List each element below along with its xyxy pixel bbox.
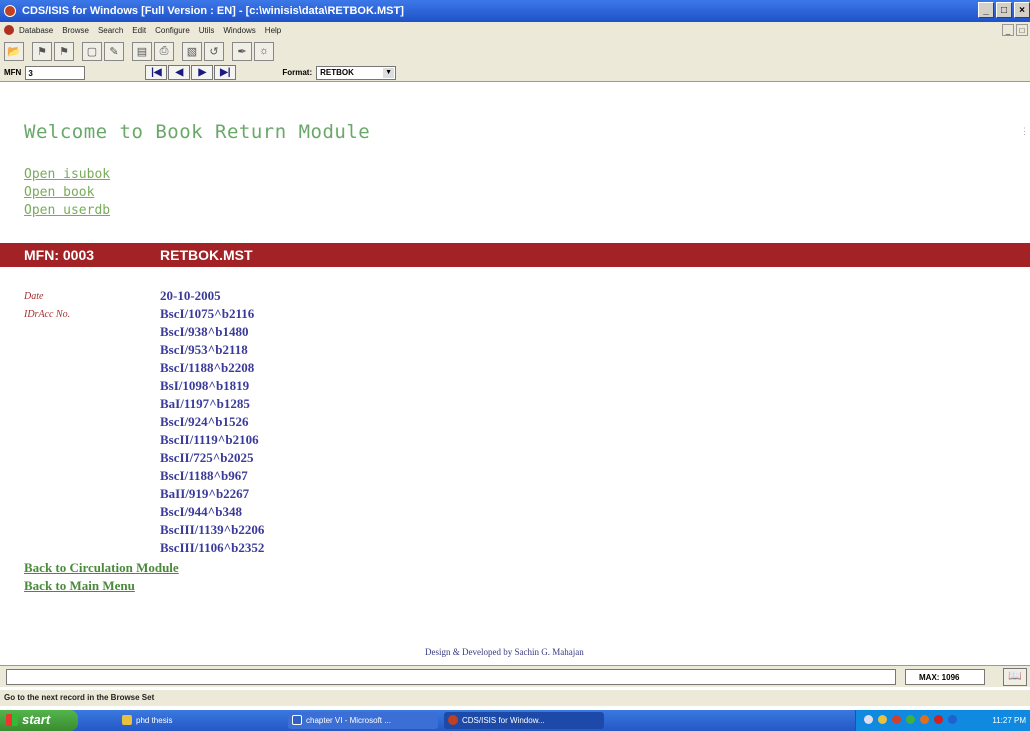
- security-icon[interactable]: [920, 715, 929, 724]
- bulb-icon[interactable]: ☼: [254, 41, 274, 61]
- status-bar: MAX: 1096 📖: [0, 665, 1030, 687]
- minimize-button[interactable]: _: [978, 2, 994, 18]
- menu-utils[interactable]: Utils: [199, 26, 215, 35]
- id-value: BaI/1197^b1285: [160, 396, 250, 411]
- cds-isis-task-icon: [448, 715, 458, 725]
- close-button[interactable]: ×: [1014, 2, 1030, 18]
- taskbar-item-cds-isis[interactable]: CDS/ISIS for Window...: [444, 712, 604, 729]
- search-expert-icon[interactable]: ⚑: [54, 41, 74, 61]
- taskbar: start phd thesis chapter VI - Microsoft …: [0, 710, 1030, 731]
- edit-record-icon[interactable]: ✎: [104, 41, 124, 61]
- chevron-down-icon[interactable]: ▼: [383, 67, 395, 78]
- id-value: BscII/725^b2025: [160, 450, 254, 465]
- record-file: RETBOK.MST: [160, 247, 253, 263]
- id-value: BscI/953^b2118: [160, 342, 248, 357]
- id-value: BscI/1075^b2116: [160, 306, 255, 321]
- id-value: BscI/938^b1480: [160, 324, 249, 339]
- menu-search[interactable]: Search: [98, 26, 123, 35]
- word-icon: [292, 715, 302, 725]
- id-value: BscI/1188^b967: [160, 468, 248, 483]
- messenger-icon[interactable]: [948, 715, 957, 724]
- menu-database[interactable]: Database: [19, 26, 53, 35]
- clock[interactable]: 11:27 PM: [992, 716, 1026, 725]
- menu-edit[interactable]: Edit: [132, 26, 146, 35]
- cds-isis-app-icon: [4, 5, 16, 17]
- menu-help[interactable]: Help: [265, 26, 281, 35]
- scroll-indicator[interactable]: ⋮: [1020, 126, 1029, 150]
- record-navigation-bar: MFN 3 |◀ ◀ ▶ ▶| Format: RETBOK ▼: [0, 64, 1030, 82]
- back-to-main-menu-link[interactable]: Back to Main Menu: [24, 578, 135, 594]
- record-mfn: MFN: 0003: [24, 247, 95, 263]
- welcome-heading: Welcome to Book Return Module: [24, 121, 371, 143]
- update-icon[interactable]: [906, 715, 915, 724]
- mfn-label: MFN: [4, 68, 22, 77]
- status-input[interactable]: [6, 669, 896, 685]
- print-preview-icon[interactable]: ▤: [132, 41, 152, 61]
- id-value: BscI/944^b348: [160, 504, 242, 519]
- id-value: BscII/1119^b2106: [160, 432, 259, 447]
- taskbar-item-phd-thesis[interactable]: phd thesis: [118, 712, 278, 729]
- menu-browse[interactable]: Browse: [62, 26, 89, 35]
- pen-icon[interactable]: ✒: [232, 41, 252, 61]
- network-icon[interactable]: [864, 715, 873, 724]
- next-record-button[interactable]: ▶: [191, 65, 214, 80]
- taskbar-item-word[interactable]: chapter VI - Microsoft ...: [288, 712, 438, 729]
- mdi-minimize-button[interactable]: _: [1002, 24, 1014, 36]
- windows-logo-icon: [6, 714, 18, 726]
- print-icon[interactable]: ⎙: [154, 41, 174, 61]
- folder-icon: [122, 715, 132, 725]
- window-title-bar[interactable]: CDS/ISIS for Windows [Full Version : EN]…: [0, 0, 1030, 22]
- start-button[interactable]: start: [0, 710, 78, 731]
- first-record-button[interactable]: |◀: [145, 65, 168, 80]
- open-database-icon[interactable]: 📂: [4, 41, 24, 61]
- id-value: BscI/1188^b2208: [160, 360, 255, 375]
- record-header: MFN: 0003 RETBOK.MST: [0, 243, 1030, 267]
- mdi-restore-button[interactable]: □: [1016, 24, 1028, 36]
- menu-bar: Database Browse Search Edit Configure Ut…: [0, 22, 1030, 38]
- book-icon[interactable]: 📖: [1003, 668, 1027, 686]
- previous-record-button[interactable]: ◀: [168, 65, 191, 80]
- new-record-icon[interactable]: ▢: [82, 41, 102, 61]
- search-icon[interactable]: ⚑: [32, 41, 52, 61]
- window-title: CDS/ISIS for Windows [Full Version : EN]…: [22, 5, 404, 17]
- status-hint: Go to the next record in the Browse Set: [0, 690, 1030, 706]
- sort-icon[interactable]: ↺: [204, 41, 224, 61]
- menu-windows[interactable]: Windows: [223, 26, 255, 35]
- speaker-icon[interactable]: [878, 715, 887, 724]
- mfn-input[interactable]: 3: [25, 65, 86, 80]
- document-icon[interactable]: [4, 25, 14, 35]
- id-value: BscI/924^b1526: [160, 414, 249, 429]
- id-label: IDrAcc No.: [24, 309, 71, 320]
- antivirus-icon[interactable]: [892, 715, 901, 724]
- id-value: BsI/1098^b1819: [160, 378, 250, 393]
- id-value: BscIII/1139^b2206: [160, 522, 265, 537]
- id-value: BscIII/1106^b2352: [160, 540, 265, 555]
- alert-icon[interactable]: [934, 715, 943, 724]
- back-to-circulation-link[interactable]: Back to Circulation Module: [24, 560, 179, 576]
- id-value: BaII/919^b2267: [160, 486, 250, 501]
- max-mfn-display: MAX: 1096: [905, 669, 985, 685]
- date-label: Date: [24, 291, 44, 302]
- developer-credit: Design & Developed by Sachin G. Mahajan: [425, 647, 584, 657]
- date-value: 20-10-2005: [160, 288, 221, 303]
- open-isubok-link[interactable]: Open isubok: [24, 167, 110, 182]
- open-book-link[interactable]: Open book: [24, 185, 94, 200]
- open-userdb-link[interactable]: Open userdb: [24, 203, 110, 218]
- toolbar: 📂 ⚑ ⚑ ▢ ✎ ▤ ⎙ ▧ ↺ ✒ ☼: [0, 38, 1030, 64]
- display-icon[interactable]: ▧: [182, 41, 202, 61]
- format-label: Format:: [282, 68, 313, 77]
- menu-configure[interactable]: Configure: [155, 26, 190, 35]
- maximize-button[interactable]: □: [996, 2, 1012, 18]
- format-select[interactable]: RETBOK ▼: [316, 65, 397, 80]
- last-record-button[interactable]: ▶|: [214, 65, 237, 80]
- system-tray: 11:27 PM: [855, 710, 1030, 731]
